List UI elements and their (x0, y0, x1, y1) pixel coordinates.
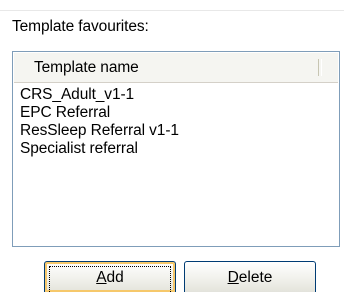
add-button[interactable]: Add (44, 261, 176, 292)
template-favourites-label: Template favourites: (12, 18, 149, 35)
column-resize-handle[interactable] (318, 59, 322, 76)
list-item[interactable]: CRS_Adult_v1-1 (20, 86, 179, 104)
list-item[interactable]: ResSleep Referral v1-1 (20, 122, 179, 140)
delete-button-mnemonic: D (227, 268, 239, 286)
delete-button[interactable]: Delete (184, 261, 316, 292)
top-divider (0, 10, 344, 11)
column-header-template-name[interactable]: Template name (14, 53, 322, 82)
list-items: CRS_Adult_v1-1 EPC Referral ResSleep Ref… (20, 86, 179, 158)
list-header: Template name (14, 53, 338, 83)
list-item[interactable]: EPC Referral (20, 104, 179, 122)
focus-rectangle (49, 266, 171, 292)
delete-button-label: elete (238, 268, 273, 286)
template-favourites-list[interactable]: Template name CRS_Adult_v1-1 EPC Referra… (12, 51, 340, 247)
list-item[interactable]: Specialist referral (20, 140, 179, 158)
